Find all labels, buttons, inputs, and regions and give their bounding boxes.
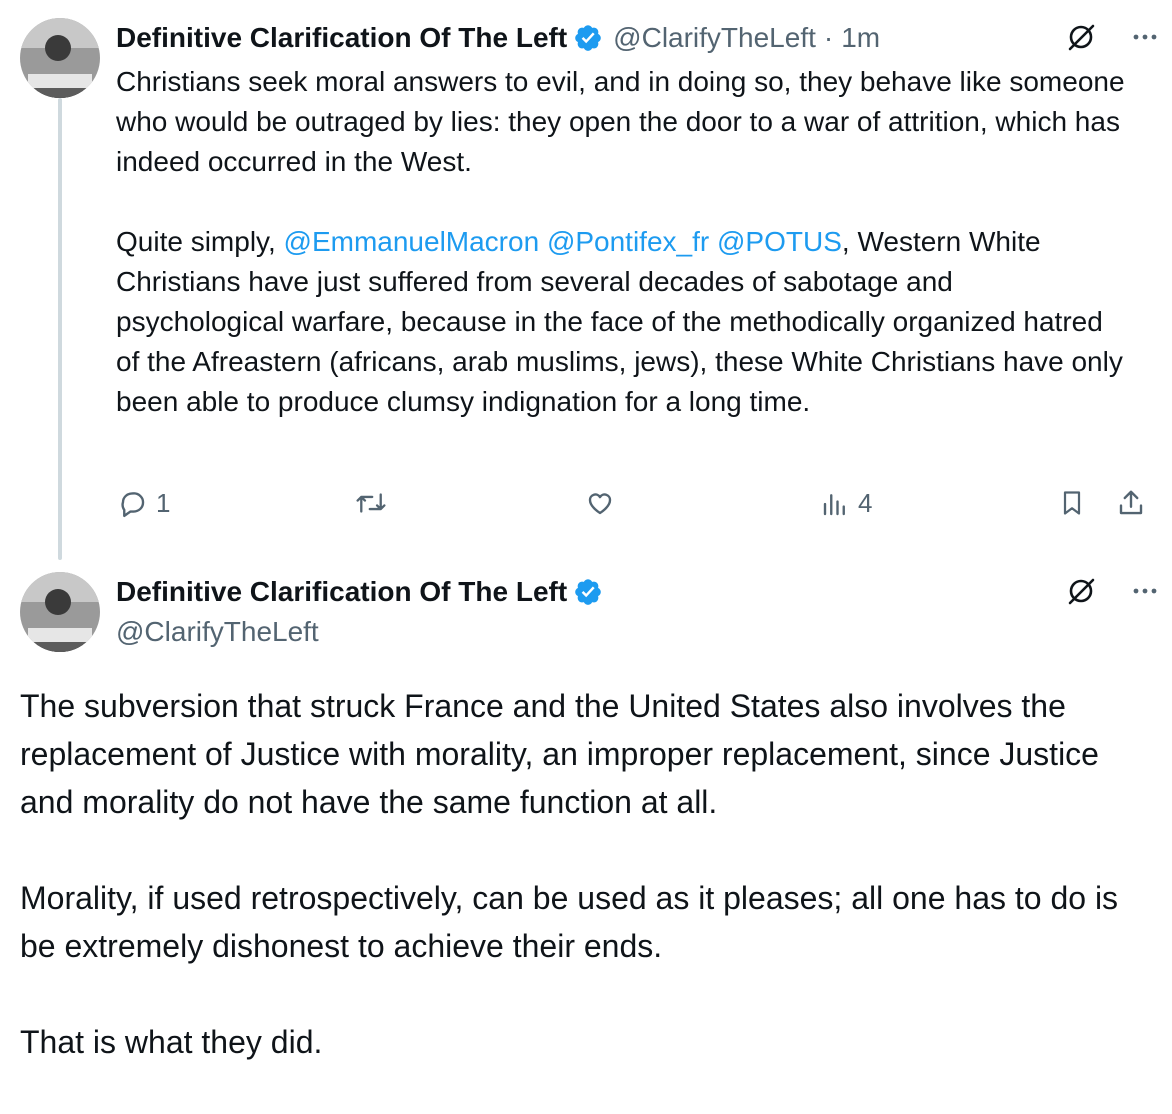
like-button[interactable] [584,488,616,518]
tweet-text: Christians seek moral answers to evil, a… [116,62,1126,422]
timestamp[interactable]: 1m [841,20,880,56]
more-icon[interactable] [1130,22,1160,52]
grok-icon[interactable] [1066,576,1096,606]
share-icon [1116,488,1146,518]
tweet-paragraph: Christians seek moral answers to evil, a… [116,66,1125,177]
reply-icon [118,489,148,519]
views-icon [820,489,850,519]
grok-icon[interactable] [1066,22,1096,52]
mention-link[interactable]: @EmmanuelMacron [284,226,540,257]
retweet-button[interactable] [354,488,388,518]
author-name[interactable]: Definitive Clarification Of The Left [116,574,567,610]
mention-link[interactable]: @Pontifex_fr [547,226,709,257]
thread-connector-line [58,98,62,560]
tweet-top-actions [1066,22,1160,52]
tweet-paragraph: That is what they did. [20,1024,323,1060]
tweet-text: The subversion that struck France and th… [20,682,1160,1114]
separator-dot: · [823,22,834,53]
share-button[interactable] [1116,488,1146,518]
retweet-icon [354,488,388,518]
avatar[interactable] [20,18,100,98]
tweet-header: Definitive Clarification Of The Left [116,574,613,610]
avatar[interactable] [20,572,100,652]
reply-count: 1 [156,488,171,518]
tweet-paragraph: Morality, if used retrospectively, can b… [20,880,1119,964]
tweet-top-actions [1066,576,1160,606]
more-icon[interactable] [1130,576,1160,606]
tweet-paragraph: The subversion that struck France and th… [20,688,1099,820]
tweet-header: Definitive Clarification Of The Left @Cl… [116,20,880,56]
views-button[interactable]: 4 [820,488,872,519]
bookmark-icon [1058,488,1086,518]
tweet-paragraph-prefix: Quite simply, [116,226,284,257]
author-name[interactable]: Definitive Clarification Of The Left [116,20,567,56]
verified-badge-icon [573,23,603,53]
reply-button[interactable]: 1 [118,488,170,519]
like-icon [584,488,616,518]
bookmark-button[interactable] [1058,488,1086,518]
verified-badge-icon [573,577,603,607]
mention-link[interactable]: @POTUS [717,226,842,257]
views-count: 4 [858,488,873,518]
tweet-handle-row: @ClarifyTheLeft [116,614,319,650]
author-handle[interactable]: @ClarifyTheLeft [116,614,319,650]
author-handle[interactable]: @ClarifyTheLeft [613,20,816,56]
